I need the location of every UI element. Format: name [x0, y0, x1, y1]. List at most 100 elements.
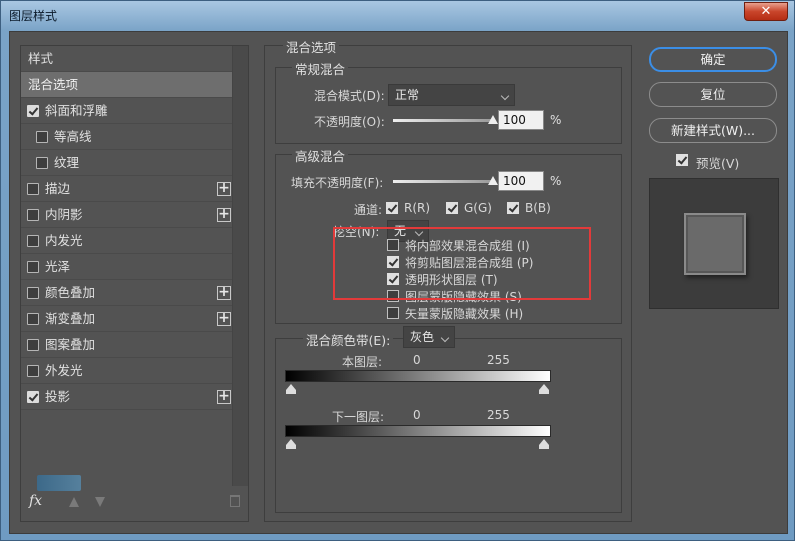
style-checkbox[interactable]	[27, 391, 39, 403]
opacity-label: 不透明度(O):	[314, 115, 385, 129]
style-item-label: 投影	[45, 389, 71, 404]
general-blending-group: 常规混合 混合模式(D): 正常 不透明度(O): 100 %	[275, 59, 622, 144]
chevron-down-icon	[440, 333, 450, 343]
blending-options-panel: 混合选项 常规混合 混合模式(D): 正常 不透明度(O): 100 % 高级混…	[264, 37, 632, 522]
trash-icon[interactable]	[230, 495, 240, 507]
underlying-white-slider[interactable]	[539, 439, 549, 449]
style-item[interactable]: 描边 +	[21, 176, 233, 202]
window-title: 图层样式	[9, 9, 58, 23]
style-item-label: 光泽	[45, 259, 71, 274]
style-item[interactable]: 内发光	[21, 228, 233, 254]
style-item-label: 内发光	[45, 233, 83, 248]
blend-option-checkbox[interactable]	[387, 307, 399, 319]
style-item[interactable]: 渐变叠加 +	[21, 306, 233, 332]
style-item-label: 图案叠加	[45, 337, 96, 352]
advanced-blending-title: 高级混合	[292, 146, 349, 165]
style-checkbox[interactable]	[27, 365, 39, 377]
blend-if-dropdown[interactable]: 灰色	[403, 326, 455, 348]
this-layer-high: 255	[487, 353, 510, 367]
style-item-label: 内阴影	[45, 207, 83, 222]
blend-mode-value: 正常	[395, 88, 420, 102]
blend-mode-dropdown[interactable]: 正常	[388, 84, 515, 106]
add-effect-icon[interactable]: +	[217, 207, 231, 222]
fill-opacity-slider-thumb[interactable]	[488, 176, 498, 185]
move-up-icon[interactable]	[69, 497, 79, 507]
opacity-slider[interactable]	[393, 119, 493, 122]
opacity-slider-thumb[interactable]	[488, 115, 498, 124]
channel-r-checkbox[interactable]	[386, 202, 398, 214]
style-item-label: 颜色叠加	[45, 285, 96, 300]
styles-list: 样式 混合选项 斜面和浮雕等高线纹理描边 + 内阴影 + 内发光光泽颜色叠加 + 渐变叠加 + 图案…	[21, 46, 233, 410]
fill-opacity-unit: %	[550, 174, 562, 188]
this-layer-black-slider[interactable]	[286, 384, 296, 394]
preview-label: 预览(V)	[696, 156, 740, 171]
channel-g-label: G(G)	[464, 201, 492, 215]
channel-g-checkbox[interactable]	[446, 202, 458, 214]
style-item-label: 纹理	[54, 155, 80, 170]
fill-opacity-label: 填充不透明度(F):	[291, 176, 384, 190]
red-highlight-annotation	[333, 227, 591, 300]
preview-checkbox[interactable]	[676, 154, 688, 166]
watermark-logo	[37, 475, 81, 491]
title-bar[interactable]: 图层样式 ✕	[1, 1, 794, 31]
preview-swatch	[684, 213, 746, 275]
style-checkbox[interactable]	[27, 183, 39, 195]
styles-panel: 样式 混合选项 斜面和浮雕等高线纹理描边 + 内阴影 + 内发光光泽颜色叠加 + 渐变叠加 + 图案…	[20, 45, 249, 522]
chevron-down-icon	[500, 91, 510, 101]
style-checkbox[interactable]	[36, 131, 48, 143]
style-checkbox[interactable]	[36, 157, 48, 169]
add-effect-icon[interactable]: +	[217, 181, 231, 196]
blend-option-label: 矢量蒙版隐藏效果 (H)	[405, 307, 524, 321]
fill-opacity-input[interactable]: 100	[498, 171, 544, 191]
style-item[interactable]: 颜色叠加 +	[21, 280, 233, 306]
this-layer-gradient[interactable]	[285, 370, 551, 382]
underlying-low: 0	[413, 408, 421, 422]
fill-opacity-slider[interactable]	[393, 180, 493, 183]
general-blending-title: 常规混合	[292, 59, 349, 78]
style-item[interactable]: 外发光	[21, 358, 233, 384]
style-item[interactable]: 纹理	[21, 150, 233, 176]
this-layer-low: 0	[413, 353, 421, 367]
section-title: 混合选项	[283, 37, 340, 56]
styles-toolbar: fx	[21, 475, 248, 521]
underlying-layer-label: 下一图层:	[332, 410, 385, 424]
style-checkbox[interactable]	[27, 235, 39, 247]
underlying-layer-gradient[interactable]	[285, 425, 551, 437]
ok-button[interactable]: 确定	[649, 47, 777, 72]
style-checkbox[interactable]	[27, 261, 39, 273]
dialog-window: 图层样式 ✕ 样式 混合选项 斜面和浮雕 等高线 纹理 描边 + 内阴影 + 内发光 光泽 颜色叠加 +…	[0, 0, 795, 541]
style-checkbox[interactable]	[27, 105, 39, 117]
style-item[interactable]: 内阴影 +	[21, 202, 233, 228]
style-checkbox[interactable]	[27, 209, 39, 221]
close-button[interactable]: ✕	[744, 2, 788, 21]
this-layer-white-slider[interactable]	[539, 384, 549, 394]
style-item[interactable]: 光泽	[21, 254, 233, 280]
add-effect-icon[interactable]: +	[217, 285, 231, 300]
reset-button[interactable]: 复位	[649, 82, 777, 107]
opacity-input[interactable]: 100	[498, 110, 544, 130]
add-effect-icon[interactable]: +	[217, 311, 231, 326]
style-checkbox[interactable]	[27, 313, 39, 325]
style-item-label: 等高线	[54, 129, 92, 144]
blend-if-group: 混合颜色带(E): 灰色 本图层: 0 255 下一图层: 0 255	[275, 326, 622, 513]
fx-button[interactable]: fx	[29, 493, 42, 509]
style-item[interactable]: 图案叠加	[21, 332, 233, 358]
style-item[interactable]: 等高线	[21, 124, 233, 150]
style-item[interactable]: 斜面和浮雕	[21, 98, 233, 124]
style-checkbox[interactable]	[27, 339, 39, 351]
style-item[interactable]: 投影 +	[21, 384, 233, 410]
underlying-black-slider[interactable]	[286, 439, 296, 449]
style-item-label: 描边	[45, 181, 71, 196]
channel-r-label: R(R)	[404, 201, 431, 215]
move-down-icon[interactable]	[95, 497, 105, 507]
style-item[interactable]: 混合选项	[21, 72, 233, 98]
style-item-label: 外发光	[45, 363, 83, 378]
channel-b-checkbox[interactable]	[507, 202, 519, 214]
style-item[interactable]: 样式	[21, 46, 233, 72]
new-style-button[interactable]: 新建样式(W)...	[649, 118, 777, 143]
style-item-label: 渐变叠加	[45, 311, 96, 326]
style-checkbox[interactable]	[27, 287, 39, 299]
styles-scrollbar[interactable]	[232, 46, 248, 486]
add-effect-icon[interactable]: +	[217, 389, 231, 404]
blend-mode-label: 混合模式(D):	[314, 89, 385, 103]
